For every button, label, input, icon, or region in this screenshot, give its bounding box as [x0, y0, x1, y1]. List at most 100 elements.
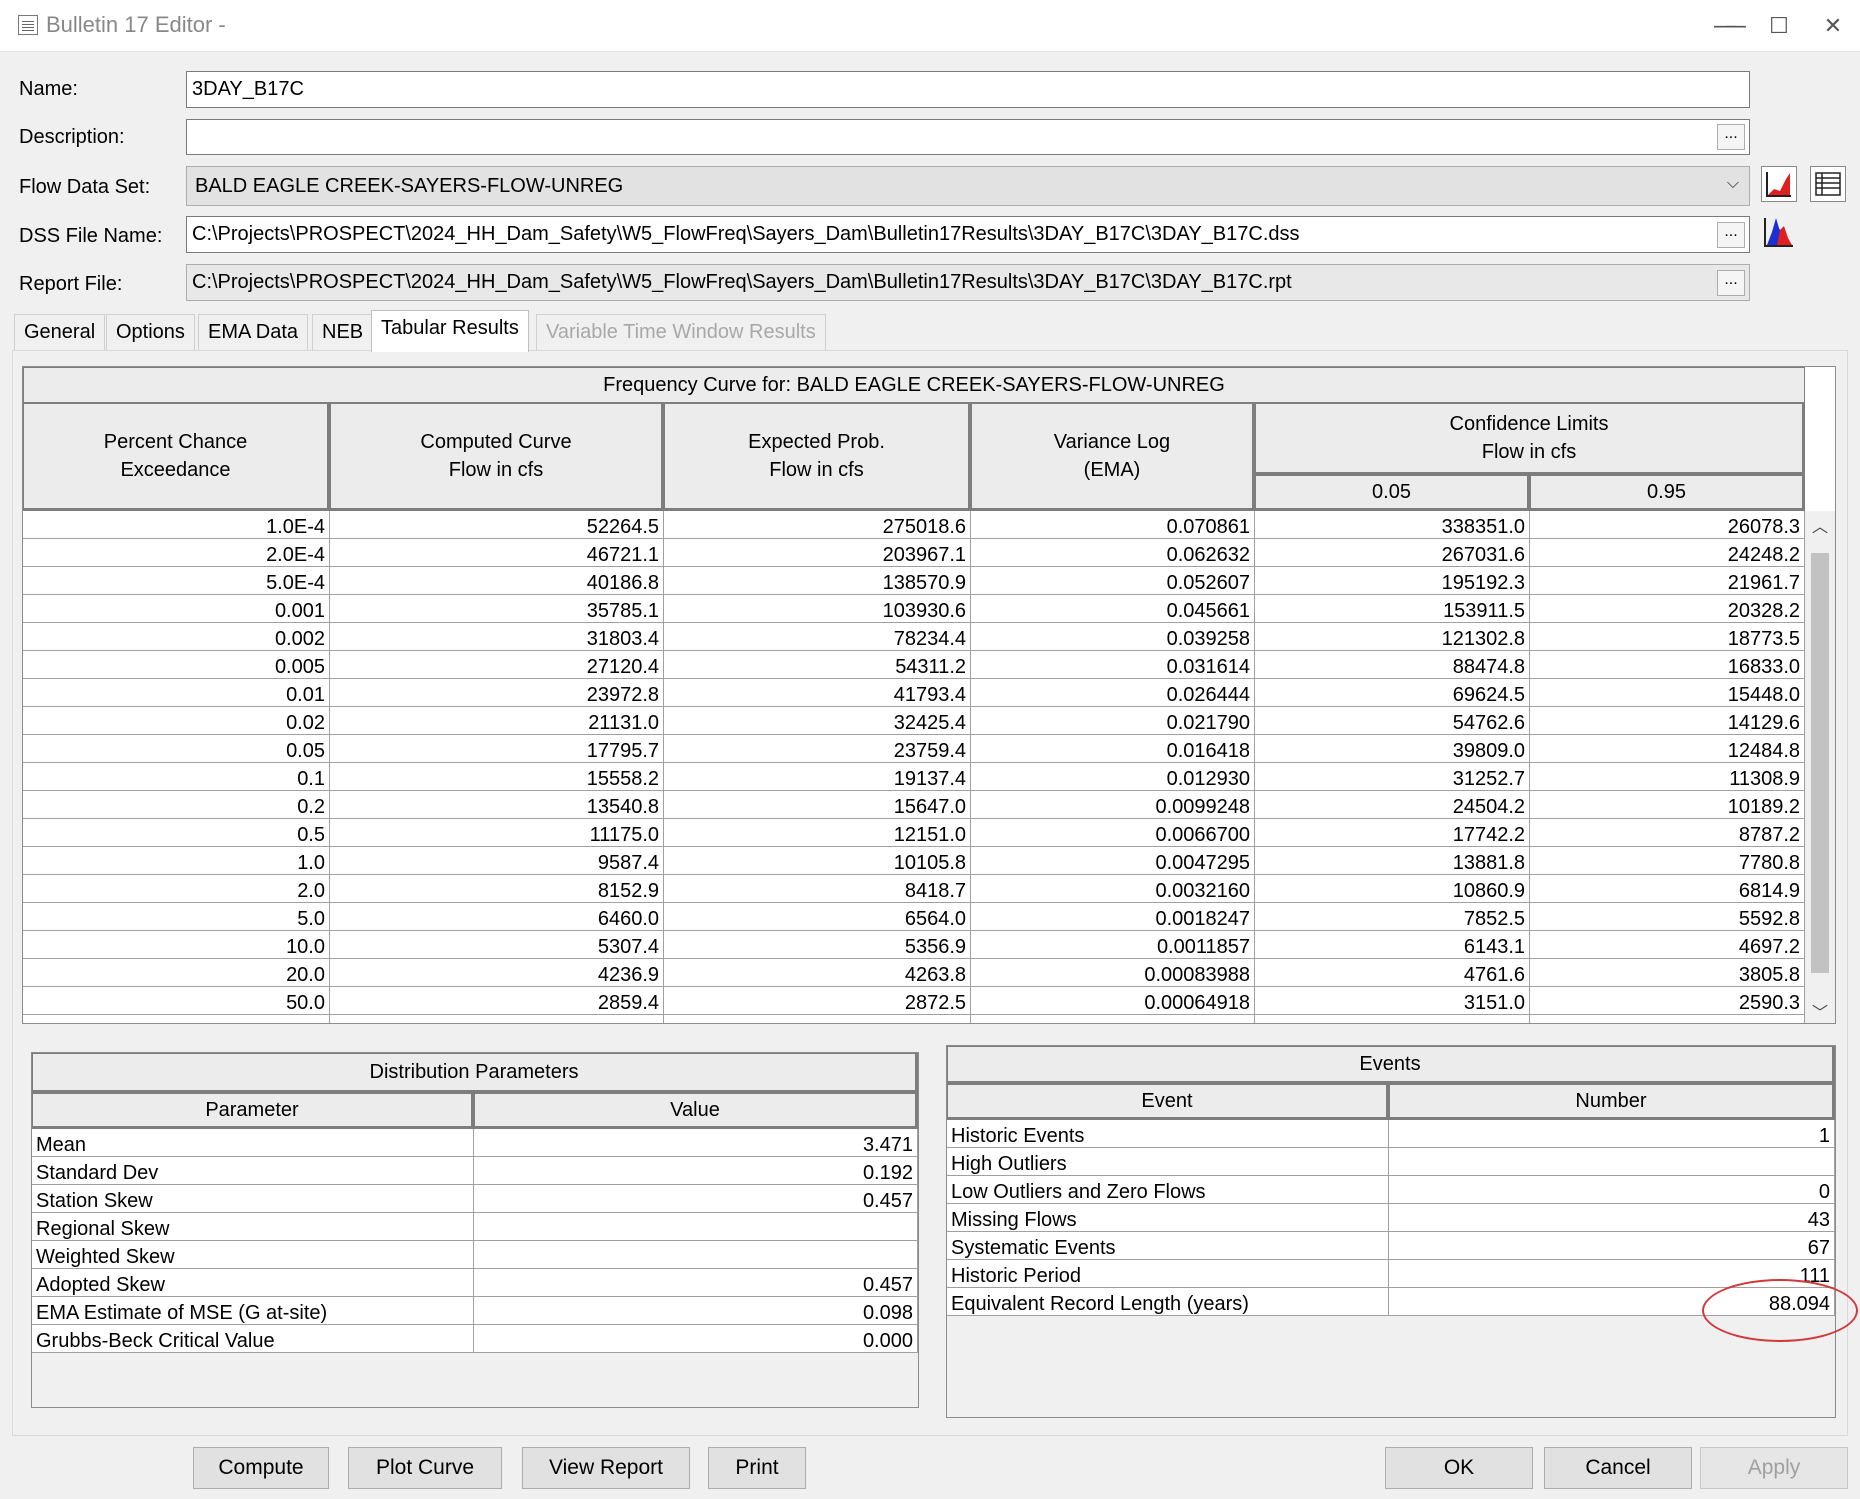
distribution-cell[interactable]: EMA Estimate of MSE (G at-site) [32, 1297, 474, 1325]
frequency-table-cell[interactable]: 5592.8 [1530, 903, 1805, 931]
frequency-table-cell[interactable]: 2590.3 [1530, 987, 1805, 1015]
distribution-cell[interactable]: Station Skew [32, 1185, 474, 1213]
frequency-table-cell[interactable]: 10.0 [23, 931, 330, 959]
frequency-table-cell[interactable]: 4236.9 [330, 959, 664, 987]
frequency-table-cell[interactable]: 18773.5 [1530, 623, 1805, 651]
col-header-expected[interactable]: Expected Prob. Flow in cfs [664, 403, 971, 511]
histogram-icon[interactable] [1761, 214, 1797, 250]
plot-curve-button[interactable]: Plot Curve [348, 1447, 502, 1489]
frequency-table-cell[interactable]: 8418.7 [664, 875, 971, 903]
dss-file-input[interactable]: C:\Projects\PROSPECT\2024_HH_Dam_Safety\… [186, 216, 1750, 253]
frequency-table-cell[interactable]: 10189.2 [1530, 791, 1805, 819]
events-cell[interactable]: Low Outliers and Zero Flows [947, 1176, 1389, 1204]
frequency-table-cell[interactable]: 0.0018247 [971, 903, 1255, 931]
frequency-table-cell[interactable]: 14129.6 [1530, 707, 1805, 735]
frequency-table-cell[interactable]: 0.0099248 [971, 791, 1255, 819]
frequency-table-cell[interactable]: 0.016418 [971, 735, 1255, 763]
table-data-icon[interactable] [1810, 166, 1846, 202]
frequency-table-cell[interactable]: 0.026444 [971, 679, 1255, 707]
frequency-table-cell[interactable]: 17742.2 [1255, 819, 1530, 847]
frequency-table-cell[interactable]: 13881.8 [1255, 847, 1530, 875]
plot-data-icon[interactable] [1761, 166, 1797, 202]
frequency-table-cell[interactable]: 0.062632 [971, 539, 1255, 567]
frequency-table-cell[interactable]: 0.2 [23, 791, 330, 819]
frequency-table-cell[interactable]: 24504.2 [1255, 791, 1530, 819]
frequency-table-cell[interactable]: 21131.0 [330, 707, 664, 735]
maximize-button[interactable]: ☐ [1754, 6, 1804, 46]
ok-button[interactable]: OK [1385, 1447, 1533, 1489]
frequency-table-cell[interactable]: 0.070861 [971, 511, 1255, 539]
distribution-cell[interactable]: 0.000 [474, 1325, 918, 1353]
frequency-table-cell[interactable]: 0.00083988 [971, 959, 1255, 987]
frequency-table-cell[interactable]: 26078.3 [1530, 511, 1805, 539]
report-file-input[interactable]: C:\Projects\PROSPECT\2024_HH_Dam_Safety\… [186, 264, 1750, 301]
events-cell[interactable]: 43 [1389, 1204, 1835, 1232]
frequency-table-cell[interactable]: 195192.3 [1255, 567, 1530, 595]
frequency-table-cell[interactable]: 16833.0 [1530, 651, 1805, 679]
events-cell[interactable]: Missing Flows [947, 1204, 1389, 1232]
frequency-table-cell[interactable]: 9587.4 [330, 847, 664, 875]
frequency-table-cell[interactable]: 7852.5 [1255, 903, 1530, 931]
frequency-table-cell[interactable]: 20.0 [23, 959, 330, 987]
frequency-table-cell[interactable]: 11175.0 [330, 819, 664, 847]
frequency-table-cell[interactable]: 0.039258 [971, 623, 1255, 651]
report-browse-button[interactable]: ... [1717, 270, 1745, 296]
frequency-table-cell[interactable]: 0.01 [23, 679, 330, 707]
events-cell[interactable]: 67 [1389, 1232, 1835, 1260]
frequency-table-cell[interactable]: 1.0E-4 [23, 511, 330, 539]
frequency-table-cell[interactable]: 23972.8 [330, 679, 664, 707]
frequency-table-cell[interactable]: 4263.8 [664, 959, 971, 987]
frequency-table-cell[interactable]: 35785.1 [330, 595, 664, 623]
frequency-table-cell[interactable]: 0.05 [23, 735, 330, 763]
close-button[interactable]: ✕ [1808, 6, 1858, 46]
dss-browse-button[interactable]: ... [1717, 222, 1745, 248]
frequency-table-cell[interactable]: 15558.2 [330, 763, 664, 791]
frequency-table-cell[interactable]: 3805.8 [1530, 959, 1805, 987]
frequency-table-cell[interactable]: 23759.4 [664, 735, 971, 763]
frequency-table-cell[interactable]: 275018.6 [664, 511, 971, 539]
frequency-table-cell[interactable]: 10105.8 [664, 847, 971, 875]
frequency-table-cell[interactable]: 0.0011857 [971, 931, 1255, 959]
events-cell[interactable]: Systematic Events [947, 1232, 1389, 1260]
frequency-table-cell[interactable]: 4697.2 [1530, 931, 1805, 959]
frequency-table-cell[interactable]: 138570.9 [664, 567, 971, 595]
frequency-table-cell[interactable]: 6814.9 [1530, 875, 1805, 903]
distribution-cell[interactable]: Adopted Skew [32, 1269, 474, 1297]
tab-tabular-results[interactable]: Tabular Results [371, 310, 529, 352]
frequency-table-cell[interactable]: 31252.7 [1255, 763, 1530, 791]
frequency-table-cell[interactable]: 121302.8 [1255, 623, 1530, 651]
distribution-cell[interactable]: 0.192 [474, 1157, 918, 1185]
vertical-scrollbar[interactable]: ︿ ﹀ [1805, 511, 1835, 1023]
frequency-table-cell[interactable]: 54311.2 [664, 651, 971, 679]
frequency-table-cell[interactable]: 12151.0 [664, 819, 971, 847]
frequency-table-cell[interactable]: 5.0E-4 [23, 567, 330, 595]
frequency-table-cell[interactable]: 88474.8 [1255, 651, 1530, 679]
frequency-table-cell[interactable]: 5307.4 [330, 931, 664, 959]
frequency-table-cell[interactable]: 10860.9 [1255, 875, 1530, 903]
frequency-table-cell[interactable]: 3151.0 [1255, 987, 1530, 1015]
frequency-table-cell[interactable]: 103930.6 [664, 595, 971, 623]
frequency-table-cell[interactable]: 31803.4 [330, 623, 664, 651]
events-col-event[interactable]: Event [947, 1084, 1389, 1120]
frequency-table-cell[interactable]: 15647.0 [664, 791, 971, 819]
frequency-table-cell[interactable]: 24248.2 [1530, 539, 1805, 567]
frequency-table-cell[interactable]: 6564.0 [664, 903, 971, 931]
frequency-table-cell[interactable]: 203967.1 [664, 539, 971, 567]
frequency-table-cell[interactable]: 0.0047295 [971, 847, 1255, 875]
frequency-table-cell[interactable]: 0.045661 [971, 595, 1255, 623]
frequency-table-cell[interactable]: 8787.2 [1530, 819, 1805, 847]
distribution-col-value[interactable]: Value [474, 1093, 918, 1129]
col-header-percent[interactable]: Percent Chance Exceedance [23, 403, 330, 511]
distribution-cell[interactable]: 0.098 [474, 1297, 918, 1325]
frequency-table-cell[interactable]: 0.052607 [971, 567, 1255, 595]
frequency-table-cell[interactable]: 0.005 [23, 651, 330, 679]
frequency-table-cell[interactable]: 50.0 [23, 987, 330, 1015]
frequency-table-cell[interactable]: 0.031614 [971, 651, 1255, 679]
tab-general[interactable]: General [14, 314, 106, 350]
frequency-table-cell[interactable]: 267031.6 [1255, 539, 1530, 567]
scrollbar-thumb[interactable] [1811, 553, 1829, 973]
frequency-table-cell[interactable]: 5356.9 [664, 931, 971, 959]
frequency-table-cell[interactable]: 0.00064918 [971, 987, 1255, 1015]
events-cell[interactable] [1389, 1148, 1835, 1176]
frequency-table-cell[interactable]: 4761.6 [1255, 959, 1530, 987]
